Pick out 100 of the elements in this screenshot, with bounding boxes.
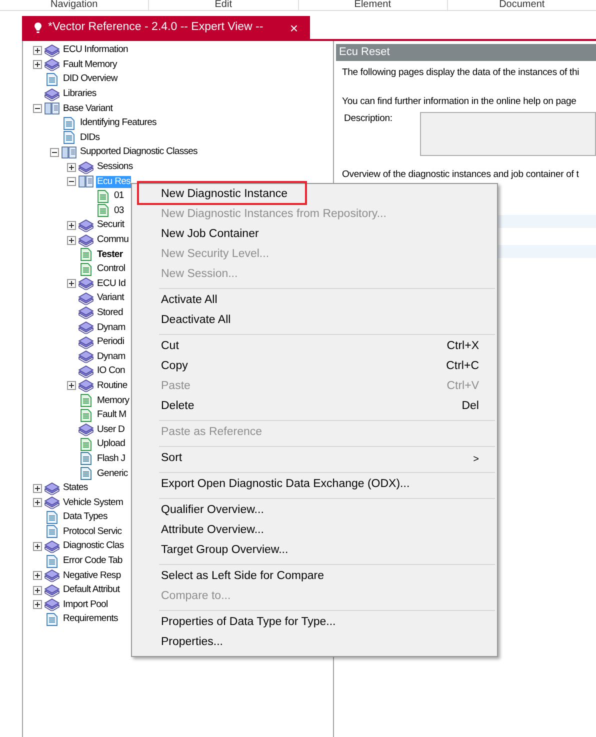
tree-item[interactable]: Sessions: [96, 161, 134, 174]
menu-item[interactable]: Sort >: [132, 449, 497, 469]
collapse-icon[interactable]: [67, 177, 76, 186]
book-stack-icon: [44, 482, 60, 495]
tree-item[interactable]: Default Attribut: [62, 584, 121, 596]
tree-item[interactable]: User D: [96, 424, 126, 436]
expand-icon[interactable]: [33, 571, 42, 580]
book-stack-icon: [78, 321, 94, 334]
tree-item[interactable]: Commu: [96, 234, 130, 246]
tree-item[interactable]: States: [62, 482, 89, 494]
document-icon: [80, 438, 92, 451]
tree-item[interactable]: Periodi: [96, 336, 126, 348]
tree-item[interactable]: Base Variant: [62, 102, 114, 115]
expand-icon[interactable]: [33, 60, 42, 70]
expand-icon[interactable]: [67, 220, 76, 230]
tree-item[interactable]: 03: [113, 204, 125, 217]
close-tab-button[interactable]: ×: [290, 20, 298, 34]
tree-item[interactable]: DID Overview: [62, 73, 118, 86]
document-icon: [46, 525, 58, 538]
menu-bar-item[interactable]: Element: [354, 0, 391, 10]
book-stack-icon: [78, 423, 94, 436]
tree-item[interactable]: Data Types: [62, 511, 108, 524]
tree-item[interactable]: Dynam: [96, 322, 126, 334]
tree-item[interactable]: Libraries: [62, 88, 98, 100]
book-stack-icon: [78, 218, 94, 232]
document-icon: [46, 510, 58, 524]
menu-item[interactable]: Export Open Diagnostic Data Exchange (ODX)...: [132, 475, 497, 495]
book-stack-icon: [78, 336, 94, 349]
tree-item[interactable]: ECU Id: [96, 278, 127, 290]
book-stack-icon: [44, 58, 60, 72]
tree-item[interactable]: Error Code Tab: [62, 555, 124, 568]
expand-icon[interactable]: [33, 586, 42, 595]
menu-item[interactable]: Delete Del: [132, 397, 497, 417]
open-book-icon: [78, 175, 94, 188]
tree-item[interactable]: ECU Information: [62, 44, 129, 56]
menu-item[interactable]: Cut Ctrl+X: [132, 337, 497, 357]
expand-icon[interactable]: [33, 542, 42, 551]
tree-item[interactable]: Memory: [96, 394, 130, 407]
tree-item[interactable]: Import Pool: [62, 598, 109, 611]
expand-icon[interactable]: [33, 46, 42, 55]
expand-icon[interactable]: [67, 381, 76, 390]
document-icon: [63, 131, 75, 144]
tree-item[interactable]: Protocol Servic: [62, 526, 123, 538]
menu-item[interactable]: Activate All: [132, 291, 497, 311]
expand-icon[interactable]: [67, 236, 76, 245]
menu-item[interactable]: Properties of Data Type for Type...: [132, 613, 497, 633]
menu-item[interactable]: Select as Left Side for Compare: [132, 567, 497, 587]
tree-item[interactable]: 01: [113, 190, 125, 202]
tree-item[interactable]: Upload: [96, 438, 126, 450]
book-stack-icon: [78, 379, 94, 392]
tree-item[interactable]: Requirements: [62, 613, 119, 626]
menu-item[interactable]: Properties...: [132, 633, 497, 653]
menu-item[interactable]: Copy Ctrl+C: [132, 357, 497, 377]
tree-item[interactable]: Fault M: [96, 409, 128, 422]
tree-item[interactable]: Negative Resp: [62, 570, 122, 582]
menu-bar-item[interactable]: Navigation: [50, 0, 98, 10]
expand-icon[interactable]: [33, 484, 42, 493]
book-stack-icon: [78, 364, 94, 378]
expand-icon[interactable]: [33, 498, 42, 508]
menu-bar-item[interactable]: Document: [499, 0, 545, 10]
tree-item[interactable]: Tester: [96, 248, 124, 261]
menu-item[interactable]: Attribute Overview...: [132, 521, 497, 541]
tree-item[interactable]: Diagnostic Clas: [62, 540, 125, 552]
tree-item[interactable]: Control: [96, 263, 126, 276]
menu-item[interactable]: Qualifier Overview...: [132, 501, 497, 521]
tree-item[interactable]: Flash J: [96, 452, 126, 465]
collapse-icon[interactable]: [33, 104, 42, 114]
menu-item[interactable]: New Diagnostic Instance: [132, 185, 497, 205]
tree-item[interactable]: Supported Diagnostic Classes: [79, 146, 198, 158]
tree-item[interactable]: Variant: [96, 292, 125, 304]
description-label: Description:: [343, 112, 394, 126]
document-icon: [97, 204, 109, 218]
tree-item[interactable]: Identifying Features: [79, 117, 158, 130]
overview-text: Overview of the diagnostic instances and job container of t: [342, 168, 580, 182]
description-field[interactable]: [420, 112, 596, 156]
tree-item[interactable]: Routine: [96, 380, 128, 392]
expand-icon[interactable]: [33, 600, 42, 610]
tree-item[interactable]: Securit: [96, 219, 126, 232]
collapse-icon[interactable]: [50, 148, 59, 157]
menu-bar-item[interactable]: Edit: [214, 0, 232, 10]
open-book-icon: [61, 146, 77, 159]
tree-item[interactable]: Generic: [96, 468, 129, 480]
tree-item[interactable]: Fault Memory: [62, 58, 118, 71]
menu-item[interactable]: Target Group Overview...: [132, 541, 497, 561]
menu-item[interactable]: Deactivate All: [132, 311, 497, 331]
book-stack-icon: [44, 569, 60, 582]
tree-item[interactable]: Stored: [96, 306, 124, 319]
expand-icon[interactable]: [67, 279, 76, 288]
tab-title: *Vector Reference - 2.4.0 -- Expert View --: [48, 20, 264, 35]
expand-icon[interactable]: [67, 162, 76, 172]
tree-item[interactable]: Vehicle System: [62, 496, 124, 509]
tree-item[interactable]: Dynam: [96, 350, 126, 363]
book-stack-icon: [78, 292, 94, 305]
tree-item[interactable]: DIDs: [79, 132, 101, 144]
menu-item[interactable]: New Job Container: [132, 225, 497, 245]
tree-item[interactable]: IO Con: [96, 365, 126, 378]
document-icon: [46, 554, 58, 568]
document-icon: [80, 467, 92, 480]
book-stack-icon: [44, 44, 60, 57]
document-tab[interactable]: *Vector Reference - 2.4.0 -- Expert View -- ×: [22, 16, 310, 39]
